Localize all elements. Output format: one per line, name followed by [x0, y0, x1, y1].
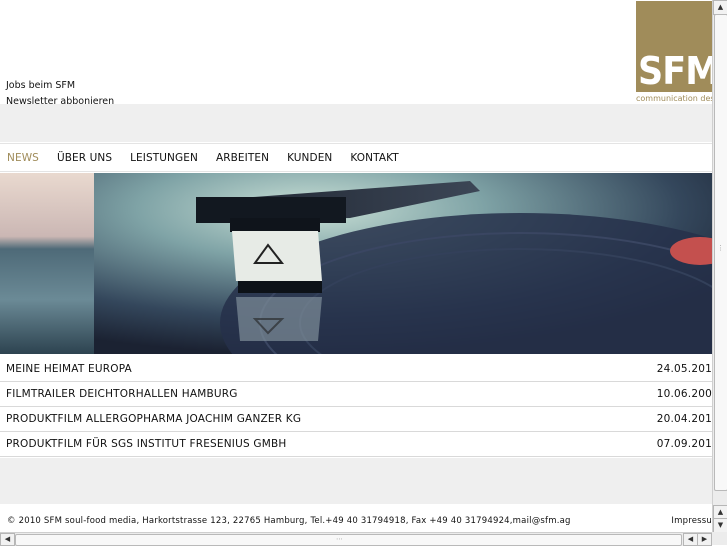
- nav-item-arbeiten[interactable]: ARBEITEN: [209, 152, 276, 164]
- nav-item-kontakt[interactable]: KONTAKT: [343, 152, 405, 164]
- scroll-left-button-2[interactable]: ◀: [683, 533, 698, 546]
- scroll-left-button[interactable]: ◀: [0, 533, 15, 546]
- news-date: 24.05.201: [656, 363, 712, 375]
- hero-image-turntable: [0, 173, 712, 354]
- vertical-scrollbar[interactable]: ▲ ⋮ ▲ ▼: [712, 0, 727, 533]
- nav-item-kunden[interactable]: KUNDEN: [280, 152, 339, 164]
- news-title[interactable]: FILMTRAILER DEICHTORHALLEN HAMBURG: [6, 388, 238, 400]
- vertical-scroll-thumb[interactable]: [714, 14, 727, 491]
- scrollbar-corner: [712, 532, 727, 545]
- horizontal-scroll-thumb[interactable]: [15, 534, 682, 546]
- footer-band: [0, 458, 712, 504]
- news-row[interactable]: MEINE HEIMAT EUROPA 24.05.201: [0, 357, 712, 382]
- horizontal-scrollbar[interactable]: ◀ ⋯ ◀ ▶: [0, 532, 712, 546]
- sfm-logo[interactable]: SFM: [636, 1, 712, 92]
- news-list: MEINE HEIMAT EUROPA 24.05.201 FILMTRAILE…: [0, 357, 712, 457]
- jobs-link[interactable]: Jobs beim SFM: [6, 78, 114, 94]
- scroll-up-button[interactable]: ▲: [713, 0, 727, 15]
- news-row[interactable]: PRODUKTFILM FÜR SGS INSTITUT FRESENIUS G…: [0, 432, 712, 457]
- nav-item-leistungen[interactable]: LEISTUNGEN: [123, 152, 205, 164]
- news-date: 07.09.201: [656, 438, 712, 450]
- news-title[interactable]: PRODUKTFILM ALLERGOPHARMA JOACHIM GANZER…: [6, 413, 301, 425]
- news-title[interactable]: PRODUKTFILM FÜR SGS INSTITUT FRESENIUS G…: [6, 438, 286, 450]
- news-row[interactable]: PRODUKTFILM ALLERGOPHARMA JOACHIM GANZER…: [0, 407, 712, 432]
- header-band: [0, 104, 712, 142]
- impressum-link[interactable]: Impressu: [671, 516, 712, 526]
- nav-item-ueber-uns[interactable]: ÜBER UNS: [50, 152, 119, 164]
- logo-text: SFM: [638, 49, 712, 92]
- news-date: 20.04.201: [656, 413, 712, 425]
- horizontal-grip-icon: ⋯: [336, 535, 343, 543]
- scroll-down-button[interactable]: ▼: [713, 518, 727, 533]
- scroll-right-button[interactable]: ▶: [697, 533, 712, 546]
- footer-copyright: © 2010 SFM soul-food media, Harkortstras…: [7, 516, 571, 526]
- logo-subtitle: communication des: [636, 94, 712, 103]
- vertical-grip-icon: ⋮: [717, 244, 724, 252]
- turntable-illustration: [0, 173, 712, 354]
- page-footer: © 2010 SFM soul-food media, Harkortstras…: [0, 505, 712, 532]
- news-row[interactable]: FILMTRAILER DEICHTORHALLEN HAMBURG 10.06…: [0, 382, 712, 407]
- page-viewport: Jobs beim SFM Newsletter abbonieren SFM …: [0, 0, 712, 532]
- news-title[interactable]: MEINE HEIMAT EUROPA: [6, 363, 132, 375]
- nav-item-news[interactable]: NEWS: [0, 152, 46, 164]
- main-nav: NEWS ÜBER UNS LEISTUNGEN ARBEITEN KUNDEN…: [0, 143, 712, 172]
- news-date: 10.06.200: [656, 388, 712, 400]
